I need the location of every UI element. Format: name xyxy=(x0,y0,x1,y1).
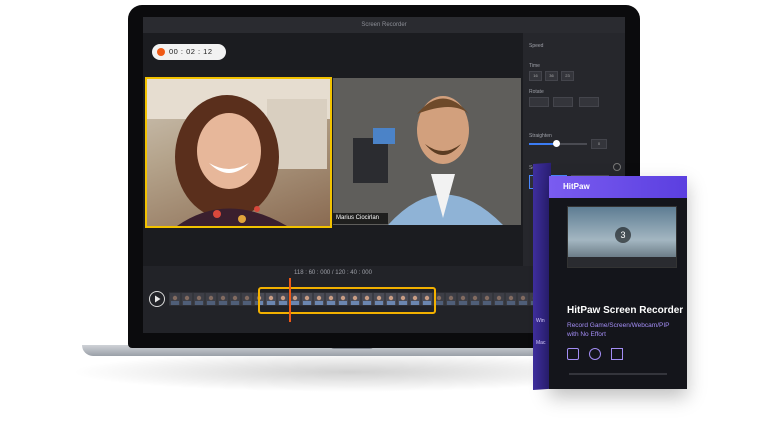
time-field-minutes[interactable]: 36 xyxy=(545,71,558,81)
straighten-label: Straighten xyxy=(529,133,552,139)
play-button[interactable] xyxy=(149,291,165,307)
screen-icon xyxy=(567,348,579,360)
product-title: HitPaw Screen Recorder xyxy=(567,305,684,316)
box-screenshot-timeline xyxy=(568,257,676,267)
brand-logo: HitPaw xyxy=(563,182,590,191)
speed-label: Speed xyxy=(529,43,544,49)
os-label-win: Win xyxy=(536,318,545,324)
person-left-illustration xyxy=(147,79,330,226)
straighten-slider-fill xyxy=(529,143,555,145)
countdown-badge: 3 xyxy=(615,227,631,243)
participant-name-tag: Marius Ciocirlan xyxy=(333,213,388,224)
webcam-feed-left[interactable] xyxy=(145,77,332,228)
record-dot-icon xyxy=(157,48,165,56)
play-icon xyxy=(155,295,161,303)
time-field-hours[interactable]: 16 xyxy=(529,71,542,81)
box-header-band: HitPaw xyxy=(549,176,687,198)
box-screenshot: 3 xyxy=(567,206,677,268)
person-right-illustration xyxy=(333,78,521,225)
product-box: HitPaw 3 HitPaw Screen Recorder Record G… xyxy=(549,176,687,389)
straighten-slider-knob[interactable] xyxy=(553,140,560,147)
time-label: Time xyxy=(529,63,540,69)
rotate-left-button[interactable] xyxy=(529,97,549,107)
recording-time: 00 : 02 : 12 xyxy=(169,47,213,56)
recording-timer[interactable]: 00 : 02 : 12 xyxy=(152,44,226,60)
box-bottom-rule xyxy=(569,373,667,375)
game-icon xyxy=(611,348,623,360)
window-title: Screen Recorder xyxy=(143,17,625,33)
timeline-playhead[interactable] xyxy=(289,278,291,322)
rotate-label: Rotate xyxy=(529,89,544,95)
rotate-right-button[interactable] xyxy=(579,97,599,107)
reset-icon[interactable] xyxy=(613,163,621,171)
webcam-icon xyxy=(589,348,601,360)
product-subtitle: Record Game/Screen/Webcam/PIP with No Ef… xyxy=(567,322,670,338)
timeline-readout: 118 : 60 : 000 / 120 : 40 : 000 xyxy=(294,270,372,276)
os-label-mac: Mac xyxy=(536,340,546,346)
flip-button[interactable] xyxy=(553,97,573,107)
straighten-value[interactable]: 0 xyxy=(591,139,607,149)
timeline-selection[interactable] xyxy=(258,287,436,314)
time-field-seconds[interactable]: 23 xyxy=(561,71,574,81)
webcam-feed-right[interactable] xyxy=(333,78,521,225)
